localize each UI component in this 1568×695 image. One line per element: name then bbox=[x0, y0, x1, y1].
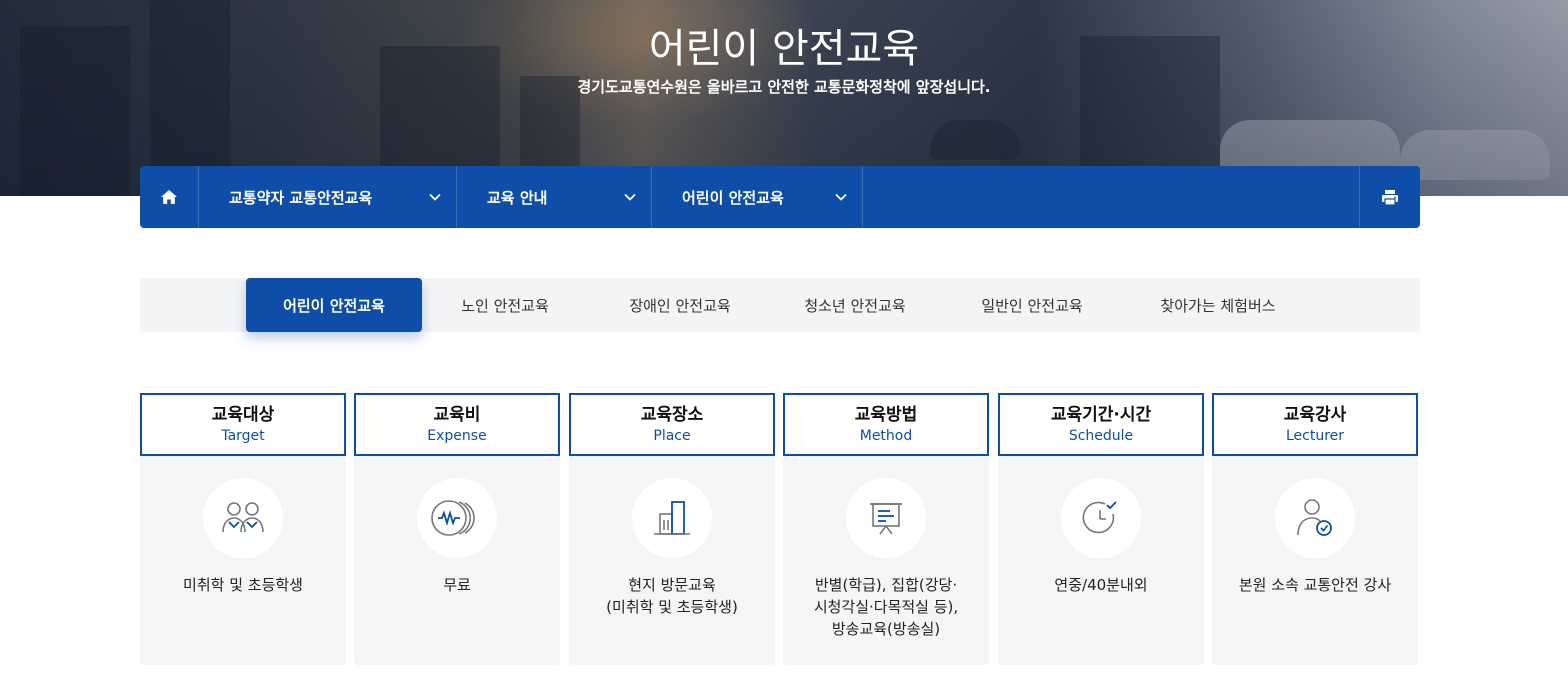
info-card-expense: 교육비 Expense 무료 bbox=[354, 393, 560, 665]
tab-label: 장애인 안전교육 bbox=[629, 296, 731, 315]
tab-children-safety[interactable]: 어린이 안전교육 bbox=[246, 278, 422, 332]
card-subtitle: Lecturer bbox=[1285, 427, 1345, 444]
clock-check-icon bbox=[1082, 501, 1117, 534]
presentation-board-icon bbox=[870, 503, 902, 535]
card-title: 교육비 bbox=[433, 404, 481, 425]
card-title: 교육방법 bbox=[854, 404, 918, 425]
print-button[interactable] bbox=[1359, 166, 1420, 228]
card-subtitle: Method bbox=[859, 427, 913, 444]
info-card-schedule: 교육기간·시간 Schedule 연중/40분내외 bbox=[998, 393, 1204, 665]
coin-icon bbox=[431, 500, 475, 536]
tab-youth-safety[interactable]: 청소년 안전교육 bbox=[785, 278, 925, 332]
education-info-cards: 교육대상 Target 미취학 및 초등학생 교육비 Expense 무료 교육… bbox=[140, 393, 1420, 665]
nav-dropdown-label: 어린이 안전교육 bbox=[682, 188, 784, 207]
tab-adult-safety[interactable]: 일반인 안전교육 bbox=[962, 278, 1102, 332]
info-card-target: 교육대상 Target 미취학 및 초등학생 bbox=[140, 393, 346, 665]
tab-elderly-safety[interactable]: 노인 안전교육 bbox=[440, 278, 570, 332]
building-icon bbox=[654, 501, 690, 535]
info-card-lecturer: 교육강사 Lecturer 본원 소속 교통안전 강사 bbox=[1212, 393, 1418, 665]
card-subtitle: Schedule bbox=[1068, 427, 1134, 444]
card-subtitle: Place bbox=[653, 427, 691, 444]
info-card-method: 교육방법 Method 반별(학급), 집합(강당· 시청각실·다목적실 등),… bbox=[783, 393, 989, 665]
card-description: 무료 bbox=[443, 576, 471, 594]
location-nav-bar: 교통약자 교통안전교육 교육 안내 어린이 안전교육 bbox=[140, 166, 1420, 228]
tab-label: 노인 안전교육 bbox=[461, 296, 549, 315]
tab-label: 일반인 안전교육 bbox=[981, 296, 1083, 315]
card-subtitle: Target bbox=[221, 427, 265, 444]
card-description: 연중/40분내외 bbox=[1054, 576, 1148, 594]
people-icon bbox=[222, 502, 264, 533]
page-title: 어린이 안전교육 bbox=[648, 26, 920, 72]
nav-dropdown-section[interactable]: 교육 안내 bbox=[457, 166, 652, 228]
category-tabs: 어린이 안전교육 노인 안전교육 장애인 안전교육 청소년 안전교육 일반인 안… bbox=[140, 278, 1420, 332]
card-description: 현지 방문교육 bbox=[628, 576, 716, 594]
card-description: 본원 소속 교통안전 강사 bbox=[1238, 576, 1392, 594]
card-description: 방송교육(방송실) bbox=[831, 620, 941, 638]
nav-dropdown-label: 교육 안내 bbox=[487, 188, 548, 207]
print-icon bbox=[1382, 189, 1398, 206]
tab-label: 찾아가는 체험버스 bbox=[1160, 296, 1276, 315]
lecturer-icon bbox=[1297, 499, 1332, 536]
card-title: 교육기간·시간 bbox=[1050, 404, 1152, 425]
home-button[interactable] bbox=[140, 166, 199, 228]
card-title: 교육대상 bbox=[211, 404, 275, 425]
card-title: 교육장소 bbox=[640, 404, 704, 425]
page-subtitle: 경기도교통연수원은 올바르고 안전한 교통문화정착에 앞장섭니다. bbox=[577, 78, 991, 96]
chevron-down-icon bbox=[623, 190, 637, 204]
tab-label: 청소년 안전교육 bbox=[804, 296, 906, 315]
card-description: 반별(학급), 집합(강당· bbox=[814, 576, 958, 594]
card-description: 미취학 및 초등학생 bbox=[183, 576, 303, 594]
card-subtitle: Expense bbox=[427, 427, 487, 444]
nav-dropdown-label: 교통약자 교통안전교육 bbox=[229, 188, 373, 207]
nav-dropdown-page[interactable]: 어린이 안전교육 bbox=[652, 166, 863, 228]
chevron-down-icon bbox=[428, 190, 442, 204]
home-icon bbox=[161, 190, 177, 204]
card-description: 시청각실·다목적실 등), bbox=[813, 598, 959, 616]
tab-label: 어린이 안전교육 bbox=[283, 296, 385, 315]
nav-dropdown-category[interactable]: 교통약자 교통안전교육 bbox=[199, 166, 457, 228]
card-description: (미취학 및 초등학생) bbox=[606, 598, 738, 616]
tab-disabled-safety[interactable]: 장애인 안전교육 bbox=[610, 278, 750, 332]
chevron-down-icon bbox=[834, 190, 848, 204]
tab-experience-bus[interactable]: 찾아가는 체험버스 bbox=[1140, 278, 1296, 332]
card-title: 교육강사 bbox=[1283, 404, 1347, 425]
info-card-place: 교육장소 Place 현지 방문교육 (미취학 및 초등학생) bbox=[569, 393, 775, 665]
